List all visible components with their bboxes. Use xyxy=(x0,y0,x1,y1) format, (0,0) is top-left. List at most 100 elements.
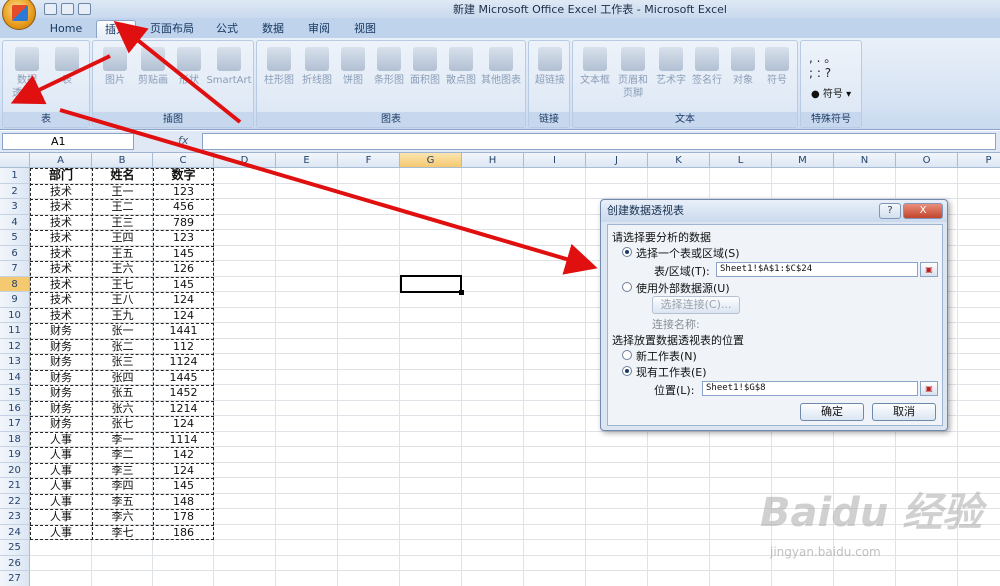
column-header-B[interactable]: B xyxy=(92,153,153,168)
row-header-21[interactable]: 21 xyxy=(0,478,30,494)
selection-divider xyxy=(30,509,214,510)
smartart-button[interactable]: SmartArt xyxy=(205,45,253,113)
row-header-13[interactable]: 13 xyxy=(0,354,30,370)
symbol-button[interactable]: 符号 xyxy=(757,45,797,113)
row-header-20[interactable]: 20 xyxy=(0,462,30,478)
row-header-22[interactable]: 22 xyxy=(0,493,30,509)
dialog-title-text: 创建数据透视表 xyxy=(607,204,684,217)
textbox-button[interactable]: 文本框 xyxy=(575,45,615,113)
choose-connection-button[interactable]: 选择连接(C)... xyxy=(652,296,740,314)
pie-chart-button[interactable]: 饼图 xyxy=(333,45,373,113)
row-header-10[interactable]: 10 xyxy=(0,307,30,323)
row-header-14[interactable]: 14 xyxy=(0,369,30,385)
row-header-5[interactable]: 5 xyxy=(0,230,30,246)
column-header-E[interactable]: E xyxy=(276,153,338,168)
pivot-table-button[interactable]: 数据 透视表 xyxy=(7,45,47,113)
bar-chart-icon xyxy=(377,47,401,71)
formula-input[interactable] xyxy=(202,133,996,150)
row-header-16[interactable]: 16 xyxy=(0,400,30,416)
group-label-tables: 表 xyxy=(3,112,89,127)
tab-home[interactable]: Home xyxy=(42,20,90,38)
area-chart-label: 面积图 xyxy=(410,75,440,86)
tab-page-layout[interactable]: 页面布局 xyxy=(142,20,202,38)
radio-new-sheet[interactable] xyxy=(622,350,632,360)
row-header-2[interactable]: 2 xyxy=(0,183,30,199)
row-header-19[interactable]: 19 xyxy=(0,447,30,463)
column-header-N[interactable]: N xyxy=(834,153,896,168)
row-header-7[interactable]: 7 xyxy=(0,261,30,277)
row-header-27[interactable]: 27 xyxy=(0,571,30,586)
column-header-O[interactable]: O xyxy=(896,153,958,168)
row-header-1[interactable]: 1 xyxy=(0,168,30,184)
tab-view[interactable]: 视图 xyxy=(344,20,386,38)
signature-line-button[interactable]: 签名行 xyxy=(687,45,727,113)
dialog-help-button[interactable]: ? xyxy=(879,203,901,219)
scatter-chart-button[interactable]: 散点图 xyxy=(441,45,481,113)
table-button[interactable]: 表 xyxy=(47,45,87,113)
clipart-label: 剪贴画 xyxy=(138,75,168,86)
name-box[interactable]: A1 xyxy=(2,133,134,150)
row-header-8[interactable]: 8 xyxy=(0,276,30,292)
shapes-button[interactable]: 形状 xyxy=(169,45,209,113)
fx-button[interactable]: fx xyxy=(140,134,198,149)
column-header-M[interactable]: M xyxy=(772,153,834,168)
row-header-25[interactable]: 25 xyxy=(0,540,30,556)
column-header-A[interactable]: A xyxy=(30,153,92,168)
pivot-table-icon xyxy=(15,47,39,71)
row-header-26[interactable]: 26 xyxy=(0,555,30,571)
radio-select-range[interactable] xyxy=(622,247,632,257)
tab-data[interactable]: 数据 xyxy=(252,20,294,38)
column-header-H[interactable]: H xyxy=(462,153,524,168)
column-header-L[interactable]: L xyxy=(710,153,772,168)
row-header-17[interactable]: 17 xyxy=(0,416,30,432)
picture-button[interactable]: 图片 xyxy=(95,45,135,113)
row-header-23[interactable]: 23 xyxy=(0,509,30,525)
cancel-button[interactable]: 取消 xyxy=(872,403,936,421)
row-header-12[interactable]: 12 xyxy=(0,338,30,354)
location-ref-button[interactable]: ▣ xyxy=(920,381,938,396)
row-header-15[interactable]: 15 xyxy=(0,385,30,401)
other-charts-button[interactable]: 其他图表 xyxy=(477,45,525,113)
tab-formulas[interactable]: 公式 xyxy=(206,20,248,38)
column-header-G[interactable]: G xyxy=(400,153,462,168)
column-header-I[interactable]: I xyxy=(524,153,586,168)
wordart-button[interactable]: 艺术字 xyxy=(651,45,691,113)
column-header-P[interactable]: P xyxy=(958,153,1000,168)
line-chart-button[interactable]: 折线图 xyxy=(297,45,337,113)
radio-external-source[interactable] xyxy=(622,282,632,292)
ok-button[interactable]: 确定 xyxy=(800,403,864,421)
radio-existing-sheet[interactable] xyxy=(622,366,632,376)
title-bar: 新建 Microsoft Office Excel 工作表 - Microsof… xyxy=(0,0,1000,18)
row-header-9[interactable]: 9 xyxy=(0,292,30,308)
wordart-icon xyxy=(659,47,683,71)
row-header-4[interactable]: 4 xyxy=(0,214,30,230)
bar-chart-button[interactable]: 条形图 xyxy=(369,45,409,113)
column-chart-button[interactable]: 柱形图 xyxy=(259,45,299,113)
location-input[interactable]: Sheet1!$G$8 xyxy=(702,381,918,396)
row-header-24[interactable]: 24 xyxy=(0,524,30,540)
select-all-corner[interactable] xyxy=(0,153,30,168)
selection-divider xyxy=(30,431,214,433)
range-ref-button[interactable]: ▣ xyxy=(920,262,938,277)
header-footer-button[interactable]: 页眉和 页脚 xyxy=(613,45,653,113)
hyperlink-button[interactable]: 超链接 xyxy=(530,45,570,113)
row-header-11[interactable]: 11 xyxy=(0,323,30,339)
area-chart-button[interactable]: 面积图 xyxy=(405,45,445,113)
tab-review[interactable]: 审阅 xyxy=(298,20,340,38)
collapse-dialog-icon-2: ▣ xyxy=(925,384,933,393)
row-header-6[interactable]: 6 xyxy=(0,245,30,261)
active-cell-G8[interactable] xyxy=(400,275,464,295)
column-header-F[interactable]: F xyxy=(338,153,400,168)
symbols-dropdown[interactable]: ● 符号 ▾ xyxy=(811,85,851,100)
clipart-button[interactable]: 剪贴画 xyxy=(133,45,173,113)
dialog-close-button[interactable]: X xyxy=(903,203,943,219)
column-header-K[interactable]: K xyxy=(648,153,710,168)
punctuation-symbols[interactable]: , . 。; : ? xyxy=(809,49,836,80)
range-input[interactable]: Sheet1!$A$1:$C$24 xyxy=(716,262,918,277)
row-header-18[interactable]: 18 xyxy=(0,431,30,447)
column-header-J[interactable]: J xyxy=(586,153,648,168)
row-header-3[interactable]: 3 xyxy=(0,199,30,215)
column-header-C[interactable]: C xyxy=(153,153,214,168)
tab-insert[interactable]: 插入 xyxy=(96,20,136,38)
column-header-D[interactable]: D xyxy=(214,153,276,168)
